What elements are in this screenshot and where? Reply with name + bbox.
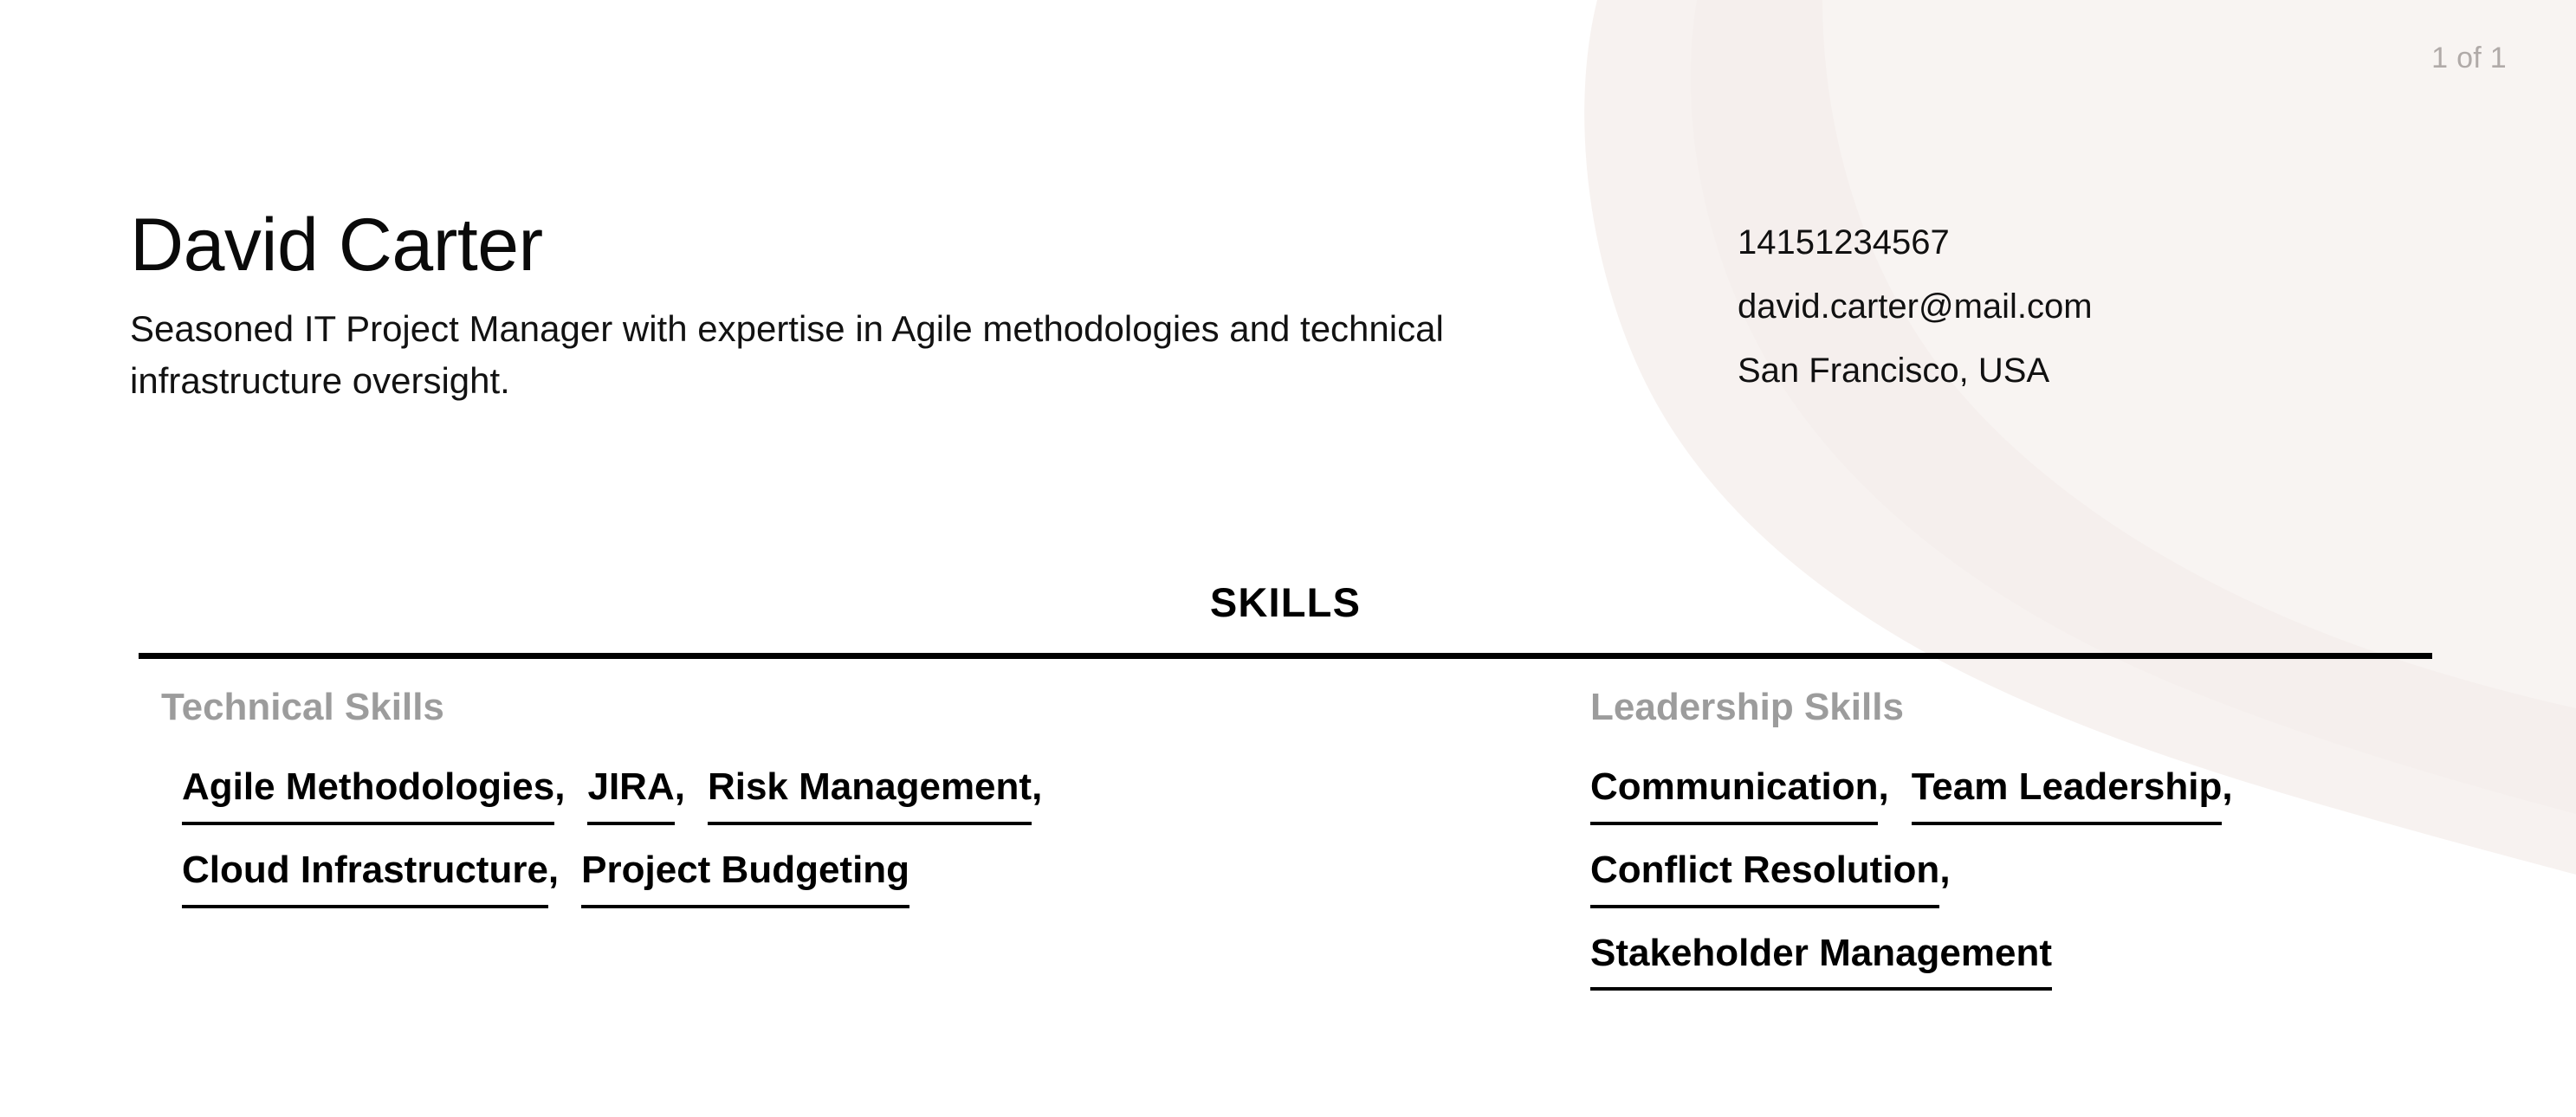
resume-header: David Carter Seasoned IT Project Manager… — [130, 208, 2434, 406]
skill-label: Cloud Infrastructure — [182, 848, 548, 908]
skill-item: Communication, — [1590, 765, 1889, 825]
skill-item: Project Budgeting — [581, 848, 910, 908]
skill-separator: , — [547, 848, 560, 891]
skill-item: JIRA, — [587, 765, 685, 825]
skill-item: Conflict Resolution, — [1590, 848, 1951, 908]
skill-separator: , — [1939, 848, 1951, 891]
skill-label: Agile Methodologies — [182, 765, 555, 825]
skill-separator: , — [2222, 765, 2233, 808]
contact-location: San Francisco, USA — [1738, 352, 2050, 390]
section-title: SKILLS — [1209, 579, 1362, 625]
skill-separator: , — [674, 765, 685, 808]
skill-list: Agile Methodologies, JIRA, Risk Management… — [161, 765, 1260, 931]
skill-item: Team Leadership, — [1911, 765, 2233, 825]
skill-label: JIRA — [587, 765, 675, 825]
skill-separator: , — [1032, 765, 1043, 808]
skill-separator: , — [1878, 765, 1889, 808]
skill-item: Agile Methodologies, — [182, 765, 565, 825]
professional-summary: Seasoned IT Project Manager with experti… — [130, 308, 1444, 401]
contact-block: 14151234567 david.carter@mail.com San Fr… — [1738, 225, 2093, 388]
skill-label: Stakeholder Management — [1590, 931, 2053, 991]
contact-email: david.carter@mail.com — [1738, 287, 2093, 326]
header-identity: David Carter Seasoned IT Project Manager… — [130, 208, 1715, 406]
skill-item: Cloud Infrastructure, — [182, 848, 559, 908]
section-divider — [139, 653, 2432, 659]
skill-label: Conflict Resolution — [1590, 848, 1940, 908]
page-title: David Carter — [130, 203, 543, 287]
contact-phone: 14151234567 — [1738, 223, 1950, 261]
skill-group-label: Technical Skills — [161, 686, 444, 728]
skills-columns: Technical Skills Agile Methodologies, JIR… — [139, 688, 2432, 1013]
skill-label: Team Leadership — [1911, 765, 2223, 825]
skill-label: Risk Management — [707, 765, 1032, 825]
skill-group-technical: Technical Skills Agile Methodologies, JIR… — [139, 688, 1285, 1013]
skill-separator: , — [554, 765, 566, 808]
page-indicator: 1 of 1 — [2431, 42, 2507, 74]
resume-page: 1 of 1 David Carter Seasoned IT Project … — [0, 0, 2576, 1117]
skill-label: Project Budgeting — [581, 848, 910, 908]
skill-list: Communication, Team Leadership, Conflict R… — [1590, 765, 2432, 1013]
skill-item: Stakeholder Management — [1590, 931, 2053, 991]
skill-label: Communication — [1590, 765, 1879, 825]
skill-item: Risk Management, — [707, 765, 1043, 825]
skill-group-label: Leadership Skills — [1590, 686, 1904, 728]
skill-group-leadership: Leadership Skills Communication, Team Lea… — [1285, 688, 2432, 1013]
section-skills: SKILLS Technical Skills Agile Methodolog… — [139, 582, 2432, 1013]
